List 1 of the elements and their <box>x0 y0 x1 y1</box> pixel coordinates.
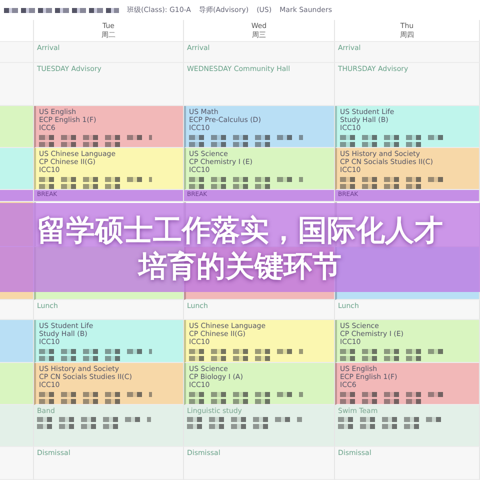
banner-title: 留学硕士工作落实，国际化人才培育的关键环节 <box>36 212 444 284</box>
